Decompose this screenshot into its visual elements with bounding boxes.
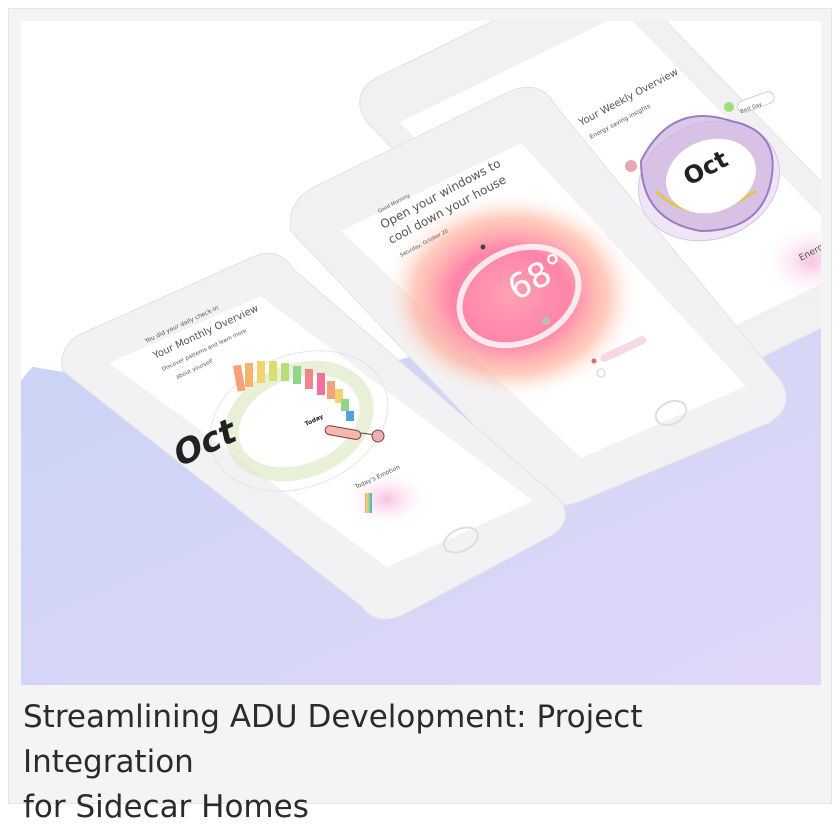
article-card[interactable]: Your Weekly Overview Energy saving insig…: [8, 8, 832, 825]
title-line-1: Streamlining ADU Development: Project In…: [23, 699, 643, 780]
best-day-dot: [724, 102, 734, 112]
hero-image[interactable]: Your Weekly Overview Energy saving insig…: [21, 21, 821, 685]
today-marker: [371, 429, 385, 443]
phone-mockups-illustration: Your Weekly Overview Energy saving insig…: [21, 21, 821, 685]
title-line-2: for Sidecar Homes: [23, 789, 309, 825]
emotion-bar: [365, 493, 372, 513]
right-marker-dot: [625, 160, 637, 172]
article-title[interactable]: Streamlining ADU Development: Project In…: [23, 695, 803, 830]
